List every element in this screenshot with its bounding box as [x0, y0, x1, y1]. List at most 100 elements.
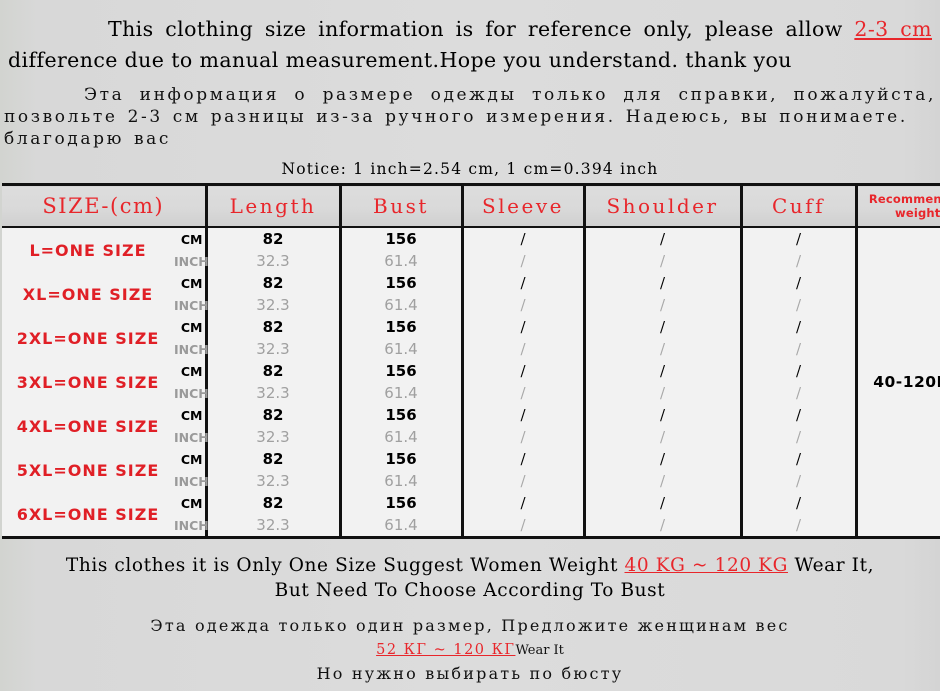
cell-length-cm: 82 — [206, 404, 340, 426]
cell-sleeve-cm: / — [460, 227, 584, 250]
cell-cuff-cm: / — [739, 404, 856, 426]
cell-shoulder-inch: / — [582, 382, 741, 404]
cell-bust-cm: 156 — [338, 316, 462, 338]
unit-label-inch: INCH — [174, 382, 209, 404]
column-header-bust: Bust — [338, 184, 462, 228]
cell-sleeve-inch: / — [460, 514, 584, 538]
bottom-note-en-part1: This clothes it is Only One Size Suggest… — [65, 555, 625, 576]
cell-cuff-cm: / — [739, 360, 856, 382]
table-row: 2XL=ONE SIZE CM 82 156 / / / — [2, 316, 940, 360]
cell-cuff-inch: / — [739, 382, 856, 404]
table-row: L=ONE SIZE CM 82 156 / / / 40-120KG — [2, 227, 940, 538]
row-size-label: 3XL=ONE SIZE — [2, 360, 174, 404]
cell-bust-cm: 156 — [338, 492, 462, 514]
cell-shoulder-cm: / — [582, 316, 741, 338]
cell-cuff-inch: / — [739, 250, 856, 272]
column-header-size: SIZE-(cm) — [2, 184, 206, 228]
top-notice-ru-line2: благодарю вас — [4, 129, 172, 149]
cell-bust-inch: 61.4 — [338, 426, 462, 448]
unit-label-cm: CM — [174, 272, 208, 294]
cell-bust-cm: 156 — [338, 227, 462, 250]
bottom-note-ru-wear-it: Wear It — [515, 643, 564, 658]
top-notice-en-part2: difference due to manual measurement.Hop… — [8, 48, 792, 72]
top-notice-russian: Эта информация о размере одежды только д… — [0, 76, 940, 128]
cell-length-cm: 82 — [206, 227, 340, 250]
table-header-row: SIZE-(cm) Length Bust Sleeve Shoulder Cu… — [2, 184, 940, 228]
cell-shoulder-cm: / — [582, 492, 741, 514]
row-size-label: XL=ONE SIZE — [2, 272, 174, 316]
top-notice-english: This clothing size information is for re… — [0, 0, 940, 76]
cell-length-cm: 82 — [206, 360, 340, 382]
bottom-note-russian: Эта одежда только один размер, Предложит… — [0, 614, 940, 685]
cell-sleeve-inch: / — [460, 426, 584, 448]
top-notice-ru-text: Эта информация о размере одежды только д… — [4, 85, 936, 127]
cell-length-inch: 32.3 — [206, 250, 340, 272]
cell-recommended-weight: 40-120KG — [854, 227, 940, 538]
cell-cuff-cm: / — [739, 448, 856, 470]
size-table-body: L=ONE SIZE CM 82 156 / / / 40-120KG INCH… — [2, 227, 940, 538]
column-header-shoulder: Shoulder — [582, 184, 741, 228]
unit-label-inch: INCH — [174, 426, 209, 448]
bottom-note-en-part2: Wear It, — [787, 555, 875, 576]
bottom-note-en-weight-range: 40 KG ~ 120 KG — [624, 555, 788, 576]
cell-bust-inch: 61.4 — [338, 382, 462, 404]
unit-label-inch: INCH — [174, 470, 209, 492]
cell-sleeve-inch: / — [460, 294, 584, 316]
table-row: 5XL=ONE SIZE CM 82 156 / / / — [2, 448, 940, 492]
unit-label-inch: INCH — [174, 250, 209, 272]
bottom-note-ru-weight-range: 52 КГ ~ 120 КГ — [376, 642, 516, 658]
cell-length-inch: 32.3 — [206, 514, 340, 538]
cell-bust-inch: 61.4 — [338, 338, 462, 360]
unit-label-cm: CM — [174, 316, 208, 338]
top-notice-russian-thanks: благодарю вас — [0, 128, 940, 150]
recommended-weight-line2: weight — [895, 206, 940, 220]
cell-cuff-cm: / — [739, 316, 856, 338]
table-row: XL=ONE SIZE CM 82 156 / / / — [2, 272, 940, 316]
cell-bust-cm: 156 — [338, 448, 462, 470]
cell-cuff-inch: / — [739, 338, 856, 360]
cell-shoulder-inch: / — [582, 514, 741, 538]
cell-shoulder-cm: / — [582, 227, 741, 250]
cell-shoulder-inch: / — [582, 426, 741, 448]
cell-bust-cm: 156 — [338, 272, 462, 294]
bottom-note-en-line1: This clothes it is Only One Size Suggest… — [0, 553, 940, 578]
cell-sleeve-inch: / — [460, 250, 584, 272]
cell-bust-inch: 61.4 — [338, 294, 462, 316]
cell-sleeve-cm: / — [460, 492, 584, 514]
table-row: 3XL=ONE SIZE CM 82 156 / / / — [2, 360, 940, 404]
cell-cuff-inch: / — [739, 514, 856, 538]
cell-sleeve-inch: / — [460, 338, 584, 360]
cell-length-cm: 82 — [206, 492, 340, 514]
cell-bust-inch: 61.4 — [338, 250, 462, 272]
cell-bust-cm: 156 — [338, 360, 462, 382]
cell-length-inch: 32.3 — [206, 382, 340, 404]
cell-sleeve-cm: / — [460, 272, 584, 294]
conversion-notice: Notice: 1 inch=2.54 cm, 1 cm=0.394 inch — [281, 160, 659, 178]
cell-shoulder-inch: / — [582, 294, 741, 316]
bottom-note-ru-line2: 52 КГ ~ 120 КГWear It — [0, 637, 940, 662]
unit-label-inch: INCH — [174, 514, 209, 538]
cell-sleeve-cm: / — [460, 316, 584, 338]
cell-shoulder-inch: / — [582, 470, 741, 492]
bottom-note-english: This clothes it is Only One Size Suggest… — [0, 553, 940, 603]
table-row: 4XL=ONE SIZE CM 82 156 / / / — [2, 404, 940, 448]
cell-length-cm: 82 — [206, 448, 340, 470]
column-header-length: Length — [204, 184, 340, 228]
cell-length-cm: 82 — [206, 316, 340, 338]
unit-label-cm: CM — [174, 360, 208, 382]
unit-label-cm: CM — [174, 227, 208, 250]
unit-label-cm: CM — [174, 492, 208, 514]
row-size-label: 4XL=ONE SIZE — [2, 404, 174, 448]
unit-label-inch: INCH — [174, 338, 209, 360]
cell-sleeve-cm: / — [460, 360, 584, 382]
cell-cuff-inch: / — [739, 470, 856, 492]
bottom-note-ru-line3: Но нужно выбирать по бюсту — [316, 664, 624, 683]
column-header-recommended-weight: Recommended weight — [854, 184, 940, 228]
cell-shoulder-inch: / — [582, 250, 741, 272]
bottom-note-en-line2: But Need To Choose According To Bust — [274, 580, 666, 601]
table-row: 6XL=ONE SIZE CM 82 156 / / / — [2, 492, 940, 538]
cell-shoulder-cm: / — [582, 360, 741, 382]
cell-shoulder-cm: / — [582, 448, 741, 470]
column-header-cuff: Cuff — [739, 184, 856, 228]
cell-cuff-cm: / — [739, 272, 856, 294]
